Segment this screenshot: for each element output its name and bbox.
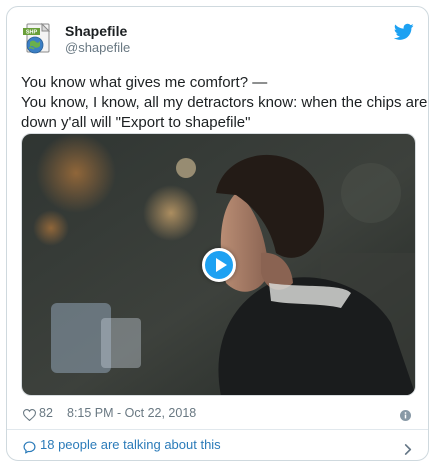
author-names[interactable]: Shapefile @shapefile — [65, 22, 130, 56]
play-triangle — [215, 257, 227, 272]
chevron-right-icon[interactable] — [404, 440, 412, 455]
divider — [7, 429, 428, 430]
tweet-header: SHP Shapefile @shapefile — [21, 21, 414, 61]
conversation-text[interactable]: 18 people are talking about this — [40, 434, 221, 456]
svg-text:SHP: SHP — [26, 30, 38, 36]
tweet-text-line: You know, I know, all my detractors know… — [21, 94, 428, 111]
tweet-text-line: down y'all will "Export to shapefile" — [21, 114, 251, 131]
play-icon[interactable] — [201, 247, 236, 282]
tweet-meta: 82 8:15 PM - Oct 22, 2018 — [21, 403, 414, 423]
speech-bubble-icon — [23, 439, 36, 454]
heart-icon[interactable] — [22, 407, 37, 422]
tweet-text: You know what gives me comfort? — You kn… — [21, 73, 428, 133]
author-handle[interactable]: @shapefile — [65, 40, 130, 56]
twitter-bird-icon[interactable] — [393, 23, 414, 41]
video-player[interactable] — [21, 133, 416, 396]
avatar[interactable]: SHP — [21, 21, 57, 57]
info-icon[interactable] — [400, 407, 411, 421]
conversation-link[interactable]: 18 people are talking about this — [21, 434, 414, 456]
tweet-timestamp[interactable]: 8:15 PM - Oct 22, 2018 — [67, 403, 196, 423]
shapefile-file-icon: SHP — [23, 22, 51, 54]
tweet-card: SHP Shapefile @shapefile You know what g… — [6, 6, 429, 461]
tweet-text-line: You know what gives me comfort? — — [21, 74, 268, 91]
author-display-name[interactable]: Shapefile — [65, 22, 130, 40]
like-count[interactable]: 82 — [39, 403, 53, 423]
